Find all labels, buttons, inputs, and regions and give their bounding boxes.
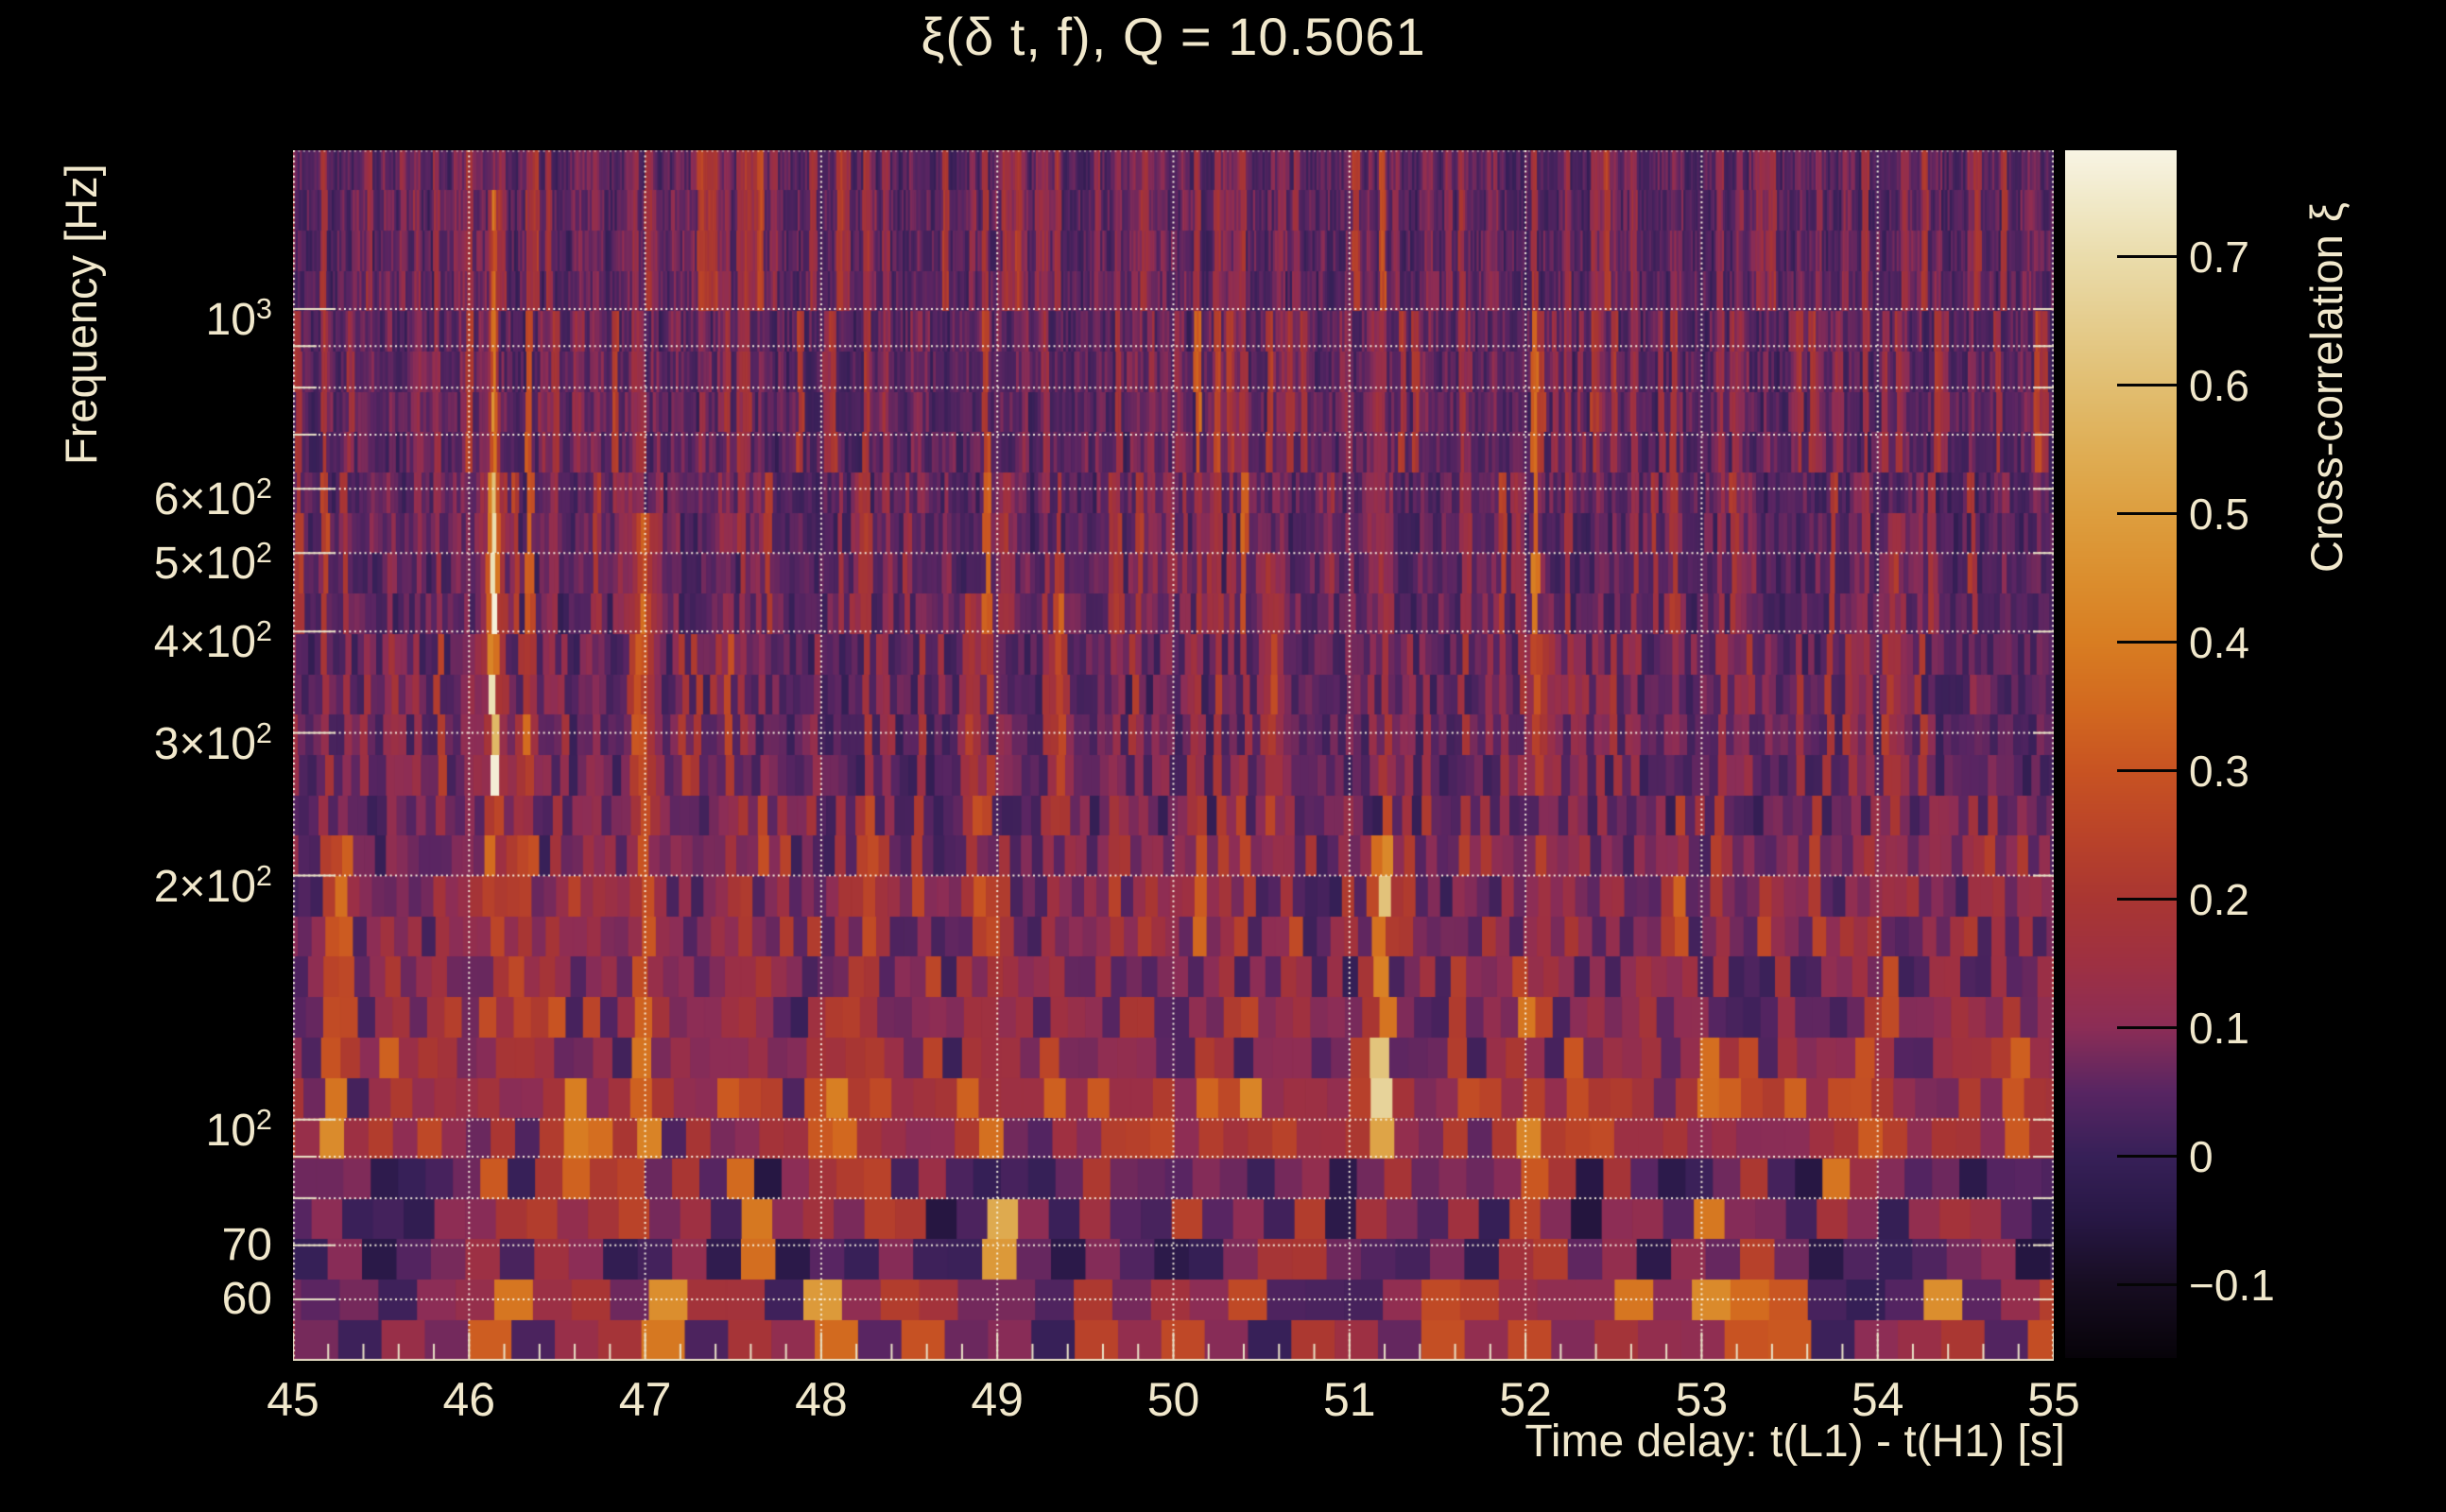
- plot-title: ξ(δ t, f), Q = 10.5061: [921, 7, 1426, 66]
- x-axis-tick-label: 48: [795, 1373, 848, 1426]
- colorbar-tick-mark: [2117, 512, 2177, 516]
- colorbar-tick-label: 0.7: [2189, 232, 2249, 282]
- colorbar-tick-mark: [2117, 1155, 2177, 1159]
- spectrogram-heatmap: [293, 150, 2054, 1361]
- x-axis-title: Time delay: t(L1) - t(H1) [s]: [1524, 1417, 2065, 1467]
- x-axis-tick-label: 45: [267, 1373, 319, 1426]
- colorbar-tick-label: 0.5: [2189, 489, 2249, 539]
- colorbar-tick-label: 0.2: [2189, 874, 2249, 924]
- x-axis-tick-label: 49: [971, 1373, 1024, 1426]
- y-axis-tick-label: 60: [221, 1274, 272, 1325]
- colorbar-tick-mark: [2117, 898, 2177, 902]
- colorbar-title: Cross-correlation ξ: [2301, 202, 2351, 573]
- colorbar-tick-label: 0.4: [2189, 617, 2249, 667]
- colorbar-tick-label: 0: [2189, 1131, 2213, 1181]
- colorbar-tick-label: −0.1: [2189, 1260, 2275, 1310]
- colorbar-tick-mark: [2117, 255, 2177, 259]
- colorbar-gradient: [2065, 150, 2177, 1358]
- y-axis-tick-label: 103: [205, 292, 272, 346]
- y-axis-tick-label: 5×102: [153, 536, 272, 590]
- x-axis-tick-label: 46: [442, 1373, 496, 1426]
- colorbar-tick-label: 0.1: [2189, 1003, 2249, 1053]
- colorbar-tick-mark: [2117, 1026, 2177, 1030]
- y-axis-tick-label: 2×102: [153, 858, 272, 912]
- y-axis-tick-label: 6×102: [153, 472, 272, 525]
- colorbar-tick-mark: [2117, 384, 2177, 387]
- colorbar-tick-mark: [2117, 769, 2177, 773]
- y-axis-tick-label: 3×102: [153, 715, 272, 769]
- colorbar-tick-mark: [2117, 641, 2177, 644]
- y-axis-title: Frequency [Hz]: [56, 163, 106, 465]
- colorbar-tick-mark: [2117, 1283, 2177, 1286]
- x-axis-tick-label: 47: [618, 1373, 672, 1426]
- y-axis-tick-label: 70: [221, 1219, 272, 1270]
- y-axis-tick-label: 102: [205, 1102, 272, 1156]
- y-axis-tick-label: 4×102: [153, 614, 272, 668]
- colorbar-tick-label: 0.6: [2189, 360, 2249, 410]
- colorbar-tick-label: 0.3: [2189, 746, 2249, 796]
- cross-correlation-spectrogram-figure: ξ(δ t, f), Q = 10.5061 Frequency [Hz] 10…: [0, 0, 2446, 1512]
